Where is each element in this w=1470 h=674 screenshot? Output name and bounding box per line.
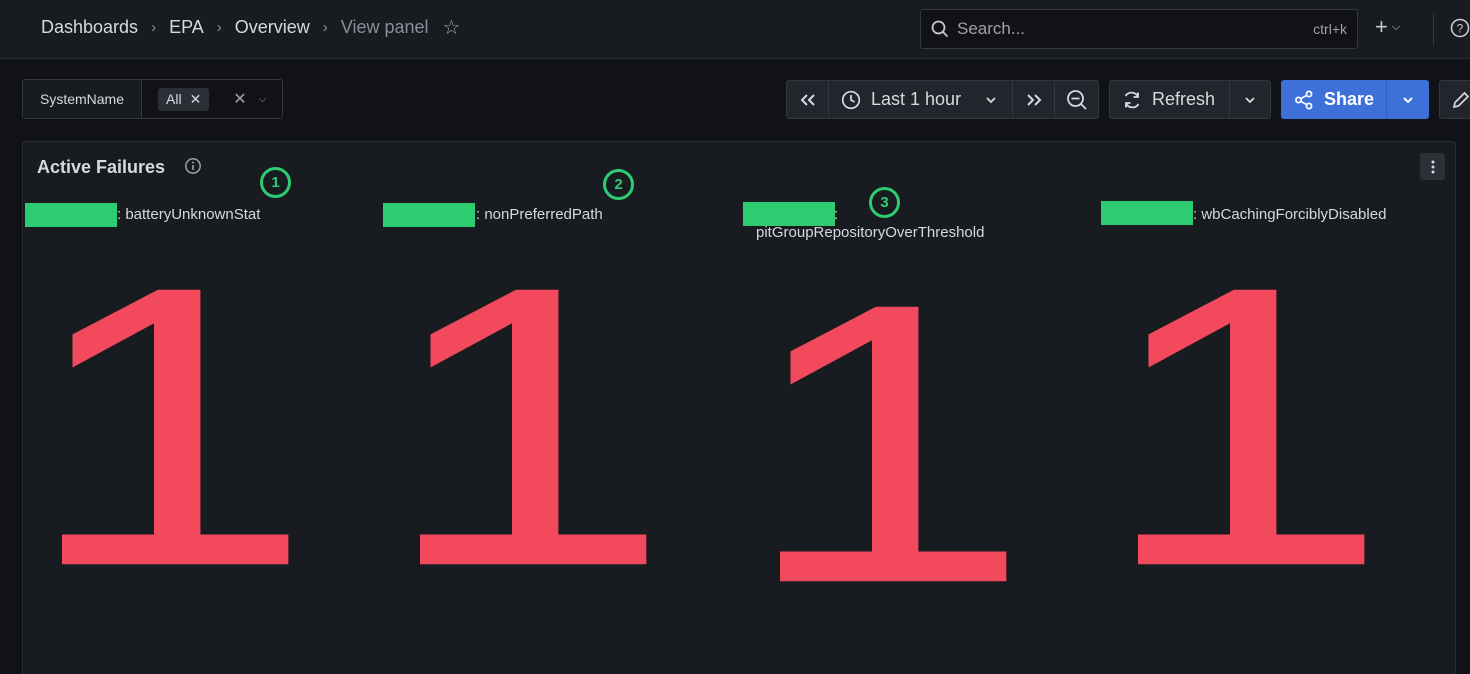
variable-chip[interactable]: All ✕ — [158, 87, 210, 111]
panel-title: Active Failures — [37, 157, 166, 177]
info-icon[interactable] — [184, 157, 202, 175]
time-back-button[interactable] — [786, 80, 829, 119]
chevron-down-icon — [1402, 96, 1413, 103]
variable-label: SystemName — [23, 80, 142, 118]
systemname-variable: SystemName All ✕ ✕ ⌵ — [22, 79, 283, 119]
chevron-down-icon[interactable]: ⌵ — [259, 94, 267, 105]
breadcrumb-view-panel: View panel — [340, 17, 429, 37]
top-bar: Dashboards › EPA › Overview › View panel… — [0, 0, 1470, 59]
search-shortcut: ctrl+k — [1313, 21, 1347, 37]
time-range-label: Last 1 hour — [871, 89, 962, 109]
annotation-marker: 2 — [603, 169, 634, 200]
share-dropdown[interactable] — [1386, 80, 1429, 119]
share-label: Share — [1324, 89, 1375, 109]
zoom-out-button[interactable] — [1054, 80, 1099, 119]
double-chevron-right-icon — [1026, 93, 1041, 106]
edit-button[interactable] — [1439, 80, 1470, 119]
remove-chip-icon[interactable]: ✕ — [190, 91, 202, 108]
search-placeholder: Search... — [957, 19, 1026, 38]
breadcrumb-separator-icon: › — [151, 19, 157, 36]
add-menu-button[interactable]: + ⌵ — [1375, 14, 1400, 40]
breadcrumb-dashboards[interactable]: Dashboards — [41, 17, 138, 38]
variable-chip-label: All — [166, 91, 182, 107]
stat-value: 1 — [22, 204, 314, 650]
refresh-button[interactable]: Refresh — [1109, 80, 1230, 119]
breadcrumb-epa[interactable]: EPA — [169, 17, 204, 38]
share-icon — [1295, 90, 1313, 109]
chevron-down-icon: ⌵ — [1391, 20, 1401, 33]
double-chevron-left-icon — [800, 93, 815, 106]
stat-value: 1 — [1098, 204, 1390, 650]
search-icon — [931, 20, 949, 38]
divider — [1433, 13, 1434, 45]
breadcrumb: Dashboards › EPA › Overview › View panel… — [41, 17, 460, 38]
breadcrumb-separator-icon: › — [322, 19, 328, 36]
refresh-label: Refresh — [1152, 89, 1216, 109]
refresh-interval-dropdown[interactable] — [1229, 80, 1271, 119]
breadcrumb-overview[interactable]: Overview — [235, 17, 310, 38]
share-button[interactable]: Share — [1281, 80, 1386, 119]
help-icon[interactable]: ? — [1450, 18, 1470, 38]
panel-menu-button[interactable] — [1420, 153, 1445, 180]
star-icon[interactable]: ☆ — [443, 18, 461, 38]
stat-value: 1 — [380, 204, 672, 650]
clear-icon[interactable]: ✕ — [233, 89, 246, 109]
annotation-marker: 3 — [869, 187, 900, 218]
stat-value: 1 — [740, 221, 1032, 667]
clock-icon — [841, 90, 861, 109]
kebab-menu-icon — [1431, 160, 1434, 173]
annotation-marker: 1 — [260, 167, 291, 198]
search-input[interactable]: Search... ctrl+k — [920, 9, 1358, 49]
time-range-picker[interactable]: Last 1 hour — [828, 80, 1013, 119]
zoom-out-icon — [1066, 89, 1087, 110]
chevron-down-icon — [1245, 96, 1255, 103]
chevron-down-icon — [986, 96, 996, 103]
plus-icon: + — [1375, 14, 1388, 39]
pencil-icon — [1452, 91, 1470, 108]
time-forward-button[interactable] — [1012, 80, 1055, 119]
svg-text:?: ? — [1457, 22, 1464, 36]
breadcrumb-separator-icon: › — [216, 19, 222, 36]
refresh-icon — [1124, 91, 1140, 108]
